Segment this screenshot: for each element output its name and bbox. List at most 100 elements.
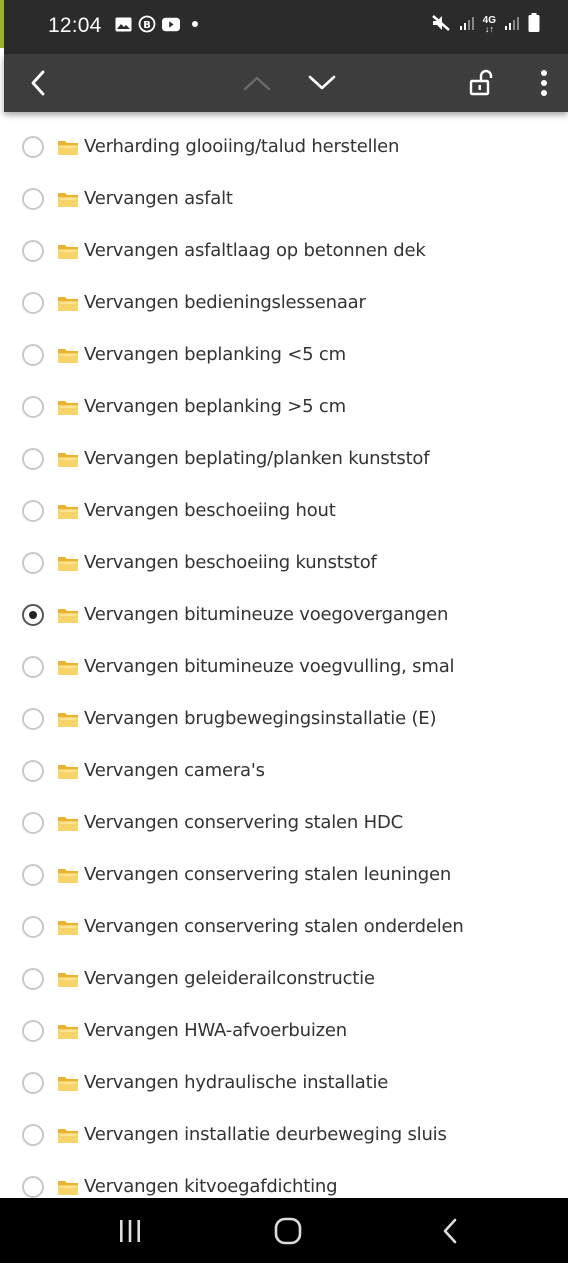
folder-icon [58, 557, 78, 571]
folder-icon [58, 1181, 78, 1195]
next-button[interactable] [299, 54, 345, 112]
list-item[interactable]: Vervangen bitumineuze voegvulling, smal [0, 642, 568, 694]
list-item[interactable]: Vervangen camera's [0, 746, 568, 798]
navigation-bar [0, 1198, 568, 1263]
lock-button[interactable] [459, 54, 505, 112]
network-4g-icon: 4G ↓↑ [482, 15, 496, 34]
folder-icon [58, 505, 78, 519]
radio-button[interactable] [22, 552, 44, 574]
list-item-label: Vervangen beschoeiing kunststof [84, 552, 377, 573]
list-item[interactable]: Vervangen brugbewegingsinstallatie (E) [0, 694, 568, 746]
list-item[interactable]: Vervangen HWA-afvoerbuizen [0, 1006, 568, 1058]
folder-icon [58, 713, 78, 727]
radio-button[interactable] [22, 916, 44, 938]
list-item-label: Vervangen geleiderailconstructie [84, 968, 375, 989]
radio-button[interactable] [22, 396, 44, 418]
list-item[interactable]: Vervangen beschoeiing hout [0, 486, 568, 538]
list-item-label: Vervangen asfalt [84, 188, 233, 209]
folder-icon [58, 349, 78, 363]
folder-icon [58, 193, 78, 207]
back-icon [31, 70, 45, 96]
list-item[interactable]: Verharding glooiing/talud herstellen [0, 122, 568, 174]
list-item[interactable]: Vervangen hydraulische installatie [0, 1058, 568, 1110]
back-button[interactable] [18, 54, 58, 112]
list-item-label: Vervangen kitvoegafdichting [84, 1176, 338, 1197]
svg-text:B: B [143, 20, 151, 31]
list-item-label: Verharding glooiing/talud herstellen [84, 136, 400, 157]
list-item-label: Vervangen asfaltlaag op betonnen dek [84, 240, 426, 261]
list-item-label: Vervangen HWA-afvoerbuizen [84, 1020, 347, 1041]
signal-icon [459, 15, 475, 36]
folder-icon [58, 453, 78, 467]
signal-icon-2 [504, 15, 520, 36]
list-item[interactable]: Vervangen beplanking >5 cm [0, 382, 568, 434]
status-time: 12:04 [48, 14, 102, 37]
radio-button[interactable] [22, 1020, 44, 1042]
list-item[interactable]: Vervangen conservering stalen HDC [0, 798, 568, 850]
list-item-label: Vervangen conservering stalen leuningen [84, 864, 452, 885]
recents-button[interactable] [100, 1198, 160, 1263]
list-item[interactable]: Vervangen bitumineuze voegovergangen [0, 590, 568, 642]
folder-icon [58, 141, 78, 155]
mute-icon [431, 14, 451, 37]
list-item[interactable]: Vervangen beschoeiing kunststof [0, 538, 568, 590]
list-item-label: Vervangen conservering stalen onderdelen [84, 916, 464, 937]
toolbar [4, 54, 568, 112]
folder-icon [58, 297, 78, 311]
list-item-label: Vervangen bitumineuze voegvulling, smal [84, 656, 455, 677]
b-badge-icon: B [138, 15, 156, 33]
list-item-label: Vervangen hydraulische installatie [84, 1072, 389, 1093]
radio-button[interactable] [22, 500, 44, 522]
list-item[interactable]: Vervangen conservering stalen leuningen [0, 850, 568, 902]
more-vert-icon [541, 70, 547, 96]
radio-button[interactable] [22, 656, 44, 678]
radio-button[interactable] [22, 968, 44, 990]
more-options-button[interactable] [526, 54, 562, 112]
folder-icon [58, 765, 78, 779]
radio-button[interactable] [22, 240, 44, 262]
home-button[interactable] [258, 1198, 318, 1263]
item-list: Verharding glooiing/talud herstellen Verv… [0, 122, 568, 1198]
list-item[interactable]: Vervangen geleiderailconstructie [0, 954, 568, 1006]
folder-icon [58, 609, 78, 623]
previous-button[interactable] [234, 54, 280, 112]
folder-icon [58, 921, 78, 935]
radio-button[interactable] [22, 136, 44, 158]
list-item-label: Vervangen beschoeiing hout [84, 500, 336, 521]
radio-button[interactable] [22, 448, 44, 470]
list-item-label: Vervangen beplanking >5 cm [84, 396, 346, 417]
radio-button[interactable] [22, 292, 44, 314]
radio-button[interactable] [22, 864, 44, 886]
list-item[interactable]: Vervangen beplating/planken kunststof [0, 434, 568, 486]
radio-button[interactable] [22, 812, 44, 834]
gallery-icon [114, 15, 132, 33]
folder-icon [58, 817, 78, 831]
status-system-icons: 4G ↓↑ [431, 13, 540, 37]
list-item[interactable]: Vervangen kitvoegafdichting [0, 1162, 568, 1198]
status-bar: 12:04 B 4G ↓↑ [4, 0, 568, 54]
list-item[interactable]: Vervangen beplanking <5 cm [0, 330, 568, 382]
list-item[interactable]: Vervangen asfaltlaag op betonnen dek [0, 226, 568, 278]
radio-button[interactable] [22, 188, 44, 210]
list-item-label: Vervangen brugbewegingsinstallatie (E) [84, 708, 437, 729]
list-item[interactable]: Vervangen conservering stalen onderdelen [0, 902, 568, 954]
list-item-label: Vervangen camera's [84, 760, 265, 781]
radio-button[interactable] [22, 760, 44, 782]
radio-button[interactable] [22, 1072, 44, 1094]
radio-button[interactable] [22, 1176, 44, 1198]
folder-icon [58, 401, 78, 415]
radio-button[interactable] [22, 1124, 44, 1146]
home-icon [274, 1217, 302, 1244]
list-item[interactable]: Vervangen installatie deurbeweging sluis [0, 1110, 568, 1162]
folder-icon [58, 1025, 78, 1039]
nav-back-icon [443, 1218, 457, 1243]
list-item[interactable]: Vervangen bedieningslessenaar [0, 278, 568, 330]
radio-button[interactable] [22, 708, 44, 730]
list-item-label: Vervangen beplating/planken kunststof [84, 448, 430, 469]
list-item[interactable]: Vervangen asfalt [0, 174, 568, 226]
radio-button[interactable] [22, 344, 44, 366]
radio-button[interactable] [22, 604, 44, 626]
list-item-label: Vervangen conservering stalen HDC [84, 812, 403, 833]
folder-icon [58, 661, 78, 675]
nav-back-button[interactable] [420, 1198, 480, 1263]
